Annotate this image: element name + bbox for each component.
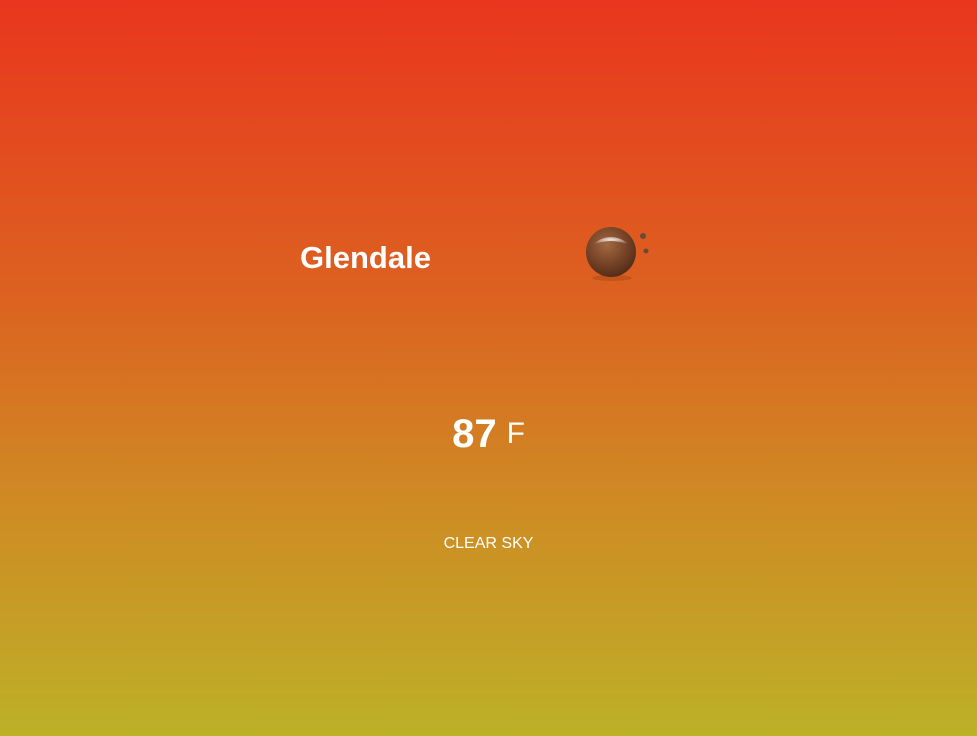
weather-page: { "weather": { "city": "Glendale", "temp… [0, 0, 977, 736]
temperature-value: 87 [452, 412, 497, 456]
weather-description: CLEAR SKY [443, 535, 534, 552]
city-name: Glendale [300, 240, 431, 275]
clear-sky-night-icon [583, 226, 655, 282]
temperature-unit: F [506, 417, 525, 450]
temperature-display: 87 F [0, 410, 977, 467]
